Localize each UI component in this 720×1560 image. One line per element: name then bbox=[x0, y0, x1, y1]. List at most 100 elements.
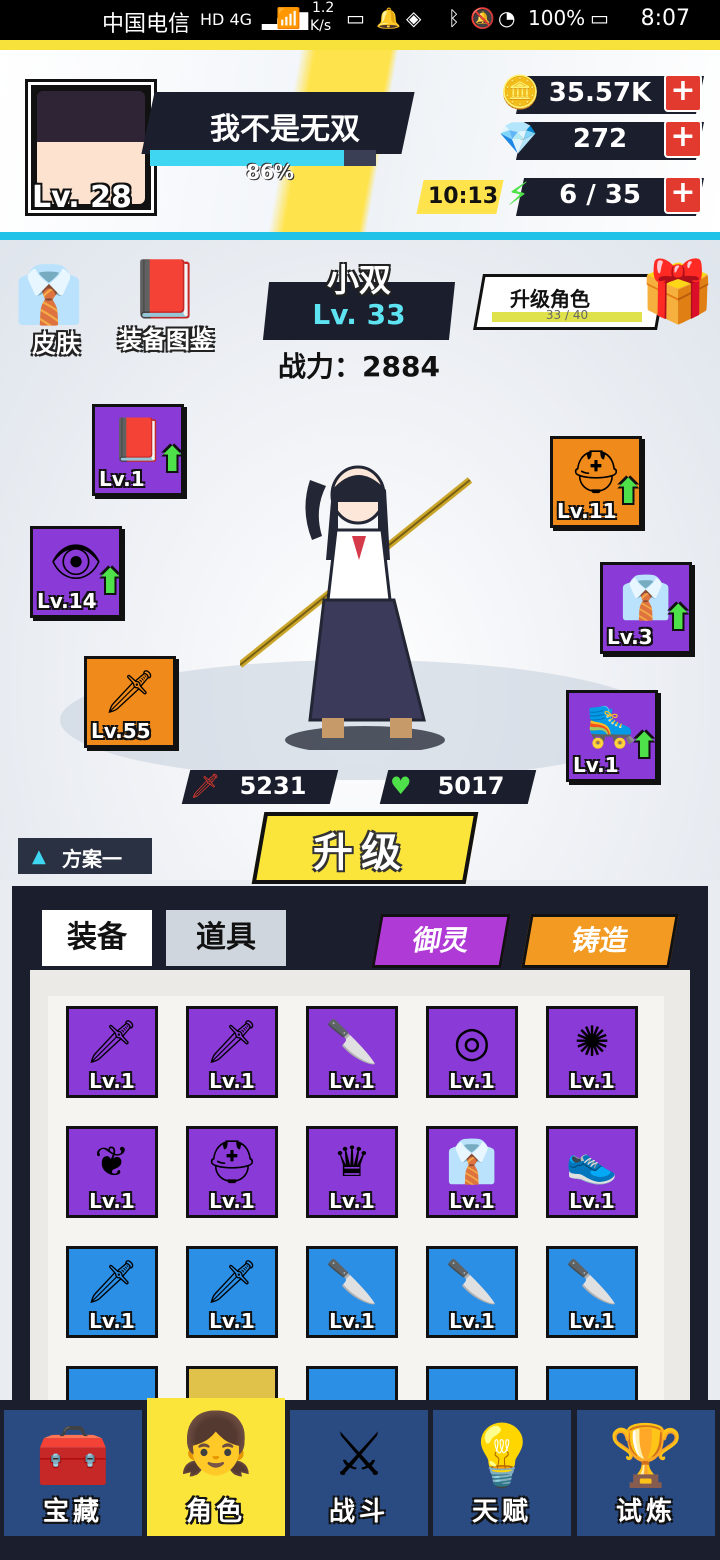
energy-timer: 10:13 bbox=[427, 184, 499, 209]
inventory-item[interactable]: 🔪 Lv.1 bbox=[306, 1246, 398, 1338]
dark-ring-icon: ◎ bbox=[453, 1017, 491, 1066]
tab-equipment[interactable]: 装备 bbox=[42, 910, 152, 966]
attack-sword-icon: 🗡 bbox=[190, 772, 221, 800]
jade-pendant-icon: ❦ bbox=[94, 1137, 130, 1186]
wifi-icon: 📶 bbox=[276, 6, 301, 30]
inventory-item[interactable]: 🗡 Lv.1 bbox=[66, 1006, 158, 1098]
inventory-item[interactable]: ♛ Lv.1 bbox=[306, 1126, 398, 1218]
nav-battle[interactable]: ⚔ 战斗 bbox=[290, 1410, 428, 1536]
upgrade-arrow-icon: ⬆ bbox=[614, 472, 643, 512]
item-level: Lv.1 bbox=[209, 1069, 255, 1093]
inventory-item[interactable]: ◎ Lv.1 bbox=[426, 1006, 518, 1098]
inventory-item[interactable]: 🔪 Lv.1 bbox=[426, 1246, 518, 1338]
inventory-item[interactable]: 🔪 Lv.1 bbox=[306, 1006, 398, 1098]
player-name: 我不是无双 bbox=[210, 112, 360, 147]
tab-items[interactable]: 道具 bbox=[166, 910, 286, 966]
attack-value: 5231 bbox=[239, 772, 307, 800]
spiked-collar-icon: ✺ bbox=[574, 1017, 610, 1066]
item-level: Lv.1 bbox=[569, 1309, 615, 1333]
nav-label: 宝藏 bbox=[42, 1497, 103, 1527]
upgrade-arrow-icon: ⬆ bbox=[96, 562, 125, 602]
item-level: Lv.1 bbox=[209, 1189, 255, 1213]
item-level: Lv.1 bbox=[569, 1189, 615, 1213]
app-notice-icon: ◈ bbox=[406, 6, 422, 30]
inventory-item[interactable]: ⛑ Lv.1 bbox=[186, 1126, 278, 1218]
item-level: Lv.1 bbox=[89, 1069, 135, 1093]
item-level: Lv.1 bbox=[569, 1069, 615, 1093]
inventory-item[interactable]: ❦ Lv.1 bbox=[66, 1126, 158, 1218]
upgrade-arrow-icon: ⬆ bbox=[158, 440, 187, 480]
inventory-item[interactable]: 🗡 Lv.1 bbox=[186, 1246, 278, 1338]
yuling-button[interactable]: 御灵 bbox=[371, 914, 511, 968]
pink-sneaker-icon: 👟 bbox=[565, 1137, 619, 1186]
equip-level: Lv.1 bbox=[99, 467, 145, 491]
carrier-label: 中国电信 bbox=[102, 12, 191, 37]
nav-character[interactable]: 👧 角色 bbox=[147, 1398, 285, 1536]
heart-icon: ♥ bbox=[390, 772, 412, 800]
white-blade-icon: 🔪 bbox=[565, 1257, 619, 1306]
inventory-item[interactable]: 🗡 Lv.1 bbox=[66, 1246, 158, 1338]
net-speed-top: 1.2 bbox=[312, 0, 335, 16]
nav-label: 天赋 bbox=[471, 1497, 532, 1527]
skin-button[interactable]: 👔 bbox=[14, 262, 84, 328]
notification-icon: 🔔 bbox=[376, 6, 401, 30]
scheme-label: 方案一 bbox=[62, 847, 122, 871]
blue-blade-icon: 🗡 bbox=[85, 1017, 139, 1066]
nav-trial[interactable]: 🏆 试炼 bbox=[577, 1410, 715, 1536]
gift-box-icon[interactable]: 🎁 bbox=[640, 256, 715, 327]
nav-label: 角色 bbox=[185, 1497, 246, 1527]
winged-trophy-icon: 🏆 bbox=[608, 1421, 684, 1491]
inventory-item[interactable]: 👔 Lv.1 bbox=[426, 1126, 518, 1218]
inventory-item[interactable]: 👟 Lv.1 bbox=[546, 1126, 638, 1218]
equip-level: Lv.55 bbox=[91, 719, 151, 743]
equip-level: Lv.1 bbox=[573, 753, 619, 777]
item-level: Lv.1 bbox=[329, 1069, 375, 1093]
header-bottom-stripe bbox=[0, 232, 720, 240]
nav-talent[interactable]: 💡 天赋 bbox=[433, 1410, 571, 1536]
character-name: 小双 bbox=[326, 261, 391, 299]
coin-count: 35.57K bbox=[548, 78, 652, 108]
network-type: HD 4G bbox=[200, 10, 253, 29]
nav-treasure[interactable]: 🧰 宝藏 bbox=[4, 1410, 142, 1536]
exp-percent: 86% bbox=[246, 160, 294, 184]
equip-level: Lv.11 bbox=[557, 499, 617, 523]
dark-blade-icon: 🔪 bbox=[325, 1017, 379, 1066]
crossed-swords-icon: ⚔ bbox=[332, 1420, 386, 1490]
horned-helmet-icon: ⛑ bbox=[205, 1137, 259, 1186]
character-illustration[interactable] bbox=[240, 450, 480, 750]
item-level: Lv.1 bbox=[449, 1069, 495, 1093]
forge-button[interactable]: 铸造 bbox=[521, 914, 679, 968]
battery-percent: 100% bbox=[528, 6, 586, 30]
combat-power: 战力：2884 bbox=[278, 350, 440, 383]
skin-label: 皮肤 bbox=[32, 330, 80, 358]
character-avatar-icon: 👧 bbox=[178, 1409, 254, 1479]
upgrade-button-label: 升级 bbox=[313, 830, 409, 876]
gem-count: 272 bbox=[572, 124, 628, 154]
equipment-handbook-button[interactable]: 📕 bbox=[130, 256, 200, 322]
inventory-item[interactable]: ✺ Lv.1 bbox=[546, 1006, 638, 1098]
equip-slot-sword[interactable]: 🗡 Lv.55 bbox=[84, 656, 176, 748]
speedometer-icon: ◔ bbox=[498, 6, 516, 30]
add-gems-button[interactable]: + bbox=[664, 120, 702, 158]
hp-value: 5017 bbox=[437, 772, 505, 800]
inventory-item[interactable]: 🗡 Lv.1 bbox=[186, 1006, 278, 1098]
battery-icon: ▭ bbox=[590, 6, 609, 30]
add-coins-button[interactable]: + bbox=[664, 74, 702, 112]
red-blade-icon: 🗡 bbox=[85, 1257, 139, 1306]
player-level: Lv. 28 bbox=[32, 180, 132, 215]
mute-icon: 🔕 bbox=[470, 6, 495, 30]
white-blade-icon: 🔪 bbox=[445, 1257, 499, 1306]
item-level: Lv.1 bbox=[209, 1309, 255, 1333]
status-bar: 中国电信 HD 4G ▂▄▆ 📶 1.2 K/s ▭ 🔔 ◈ ᛒ 🔕 ◔ 100… bbox=[0, 0, 720, 40]
sim-icon: ▭ bbox=[346, 6, 365, 30]
item-level: Lv.1 bbox=[449, 1309, 495, 1333]
inventory-item[interactable]: 🔪 Lv.1 bbox=[546, 1246, 638, 1338]
equipment-handbook-label: 装备图鉴 bbox=[118, 326, 214, 354]
equip-level: Lv.14 bbox=[37, 589, 97, 613]
clock: 8:07 bbox=[640, 6, 690, 31]
triangle-up-icon: ▲ bbox=[32, 846, 46, 867]
net-speed-unit: K/s bbox=[310, 18, 332, 34]
character-level: Lv. 33 bbox=[312, 298, 406, 331]
add-energy-button[interactable]: + bbox=[664, 176, 702, 214]
item-level: Lv.1 bbox=[329, 1309, 375, 1333]
